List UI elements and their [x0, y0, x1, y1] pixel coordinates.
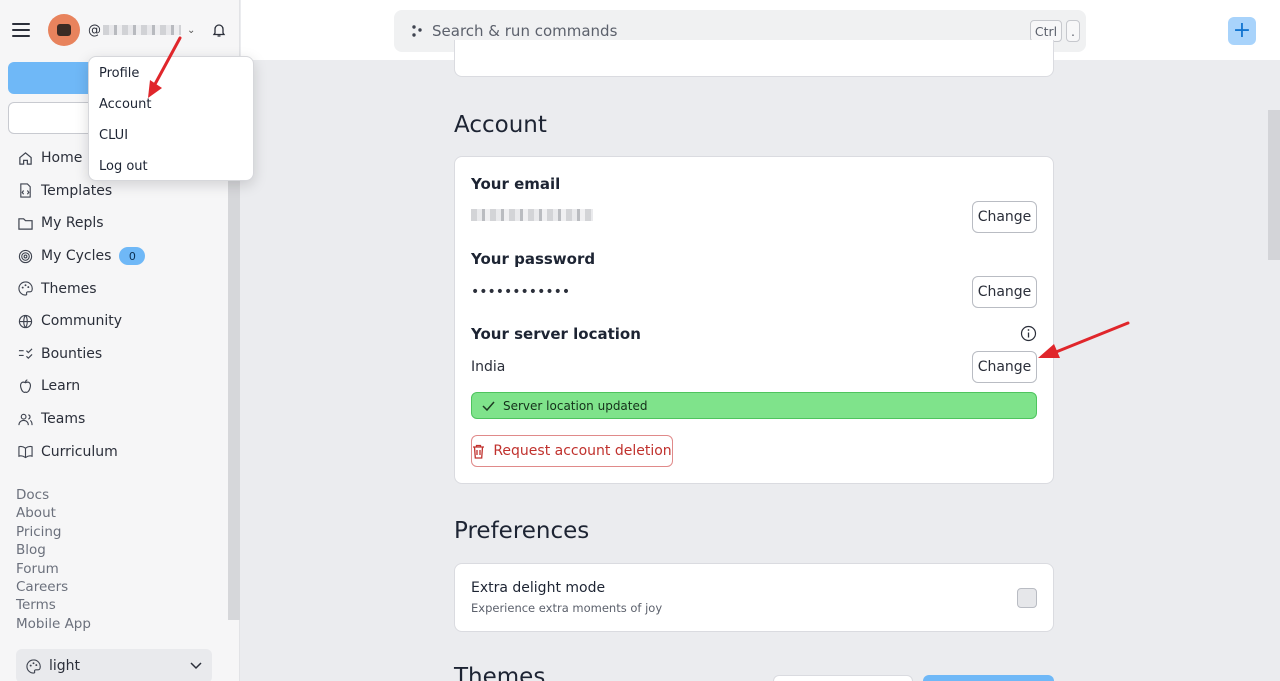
book-icon: [17, 444, 33, 460]
command-icon: [410, 24, 424, 38]
themes-section-title: Themes: [454, 664, 546, 681]
palette-icon: [26, 658, 41, 674]
preferences-card: [454, 563, 1054, 632]
sidebar-item-label: Learn: [41, 378, 81, 395]
search-placeholder: Search & run commands: [432, 22, 618, 40]
email-label: Your email: [471, 175, 561, 193]
bell-icon[interactable]: [210, 21, 228, 39]
sidebar-item-label: Community: [41, 313, 123, 330]
sidebar-item-label: Curriculum: [41, 443, 118, 460]
sidebar-item-learn[interactable]: Learn: [0, 370, 232, 403]
change-password-button[interactable]: Change: [972, 276, 1037, 308]
username-redacted: [103, 25, 181, 35]
success-message: Server location updated: [503, 398, 648, 413]
cycles-count-badge: 0: [119, 247, 146, 266]
account-section-title: Account: [454, 112, 547, 138]
sidebar-item-label: Teams: [41, 411, 86, 428]
sidebar-item-teams[interactable]: Teams: [0, 403, 232, 436]
new-repl-plus-button[interactable]: +: [1228, 17, 1256, 45]
sidebar-item-bounties[interactable]: Bounties: [0, 338, 232, 371]
menu-item-log-out[interactable]: Log out: [89, 151, 253, 182]
folder-icon: [17, 215, 33, 231]
menu-item-clui[interactable]: CLUI: [89, 120, 253, 151]
link-forum[interactable]: Forum: [16, 560, 91, 578]
cycles-icon: [17, 248, 33, 264]
themes-secondary-button[interactable]: [773, 675, 913, 681]
link-pricing[interactable]: Pricing: [16, 523, 91, 541]
teams-icon: [17, 411, 33, 427]
link-mobile-app[interactable]: Mobile App: [16, 615, 91, 633]
sidebar-item-themes[interactable]: Themes: [0, 272, 232, 305]
link-about[interactable]: About: [16, 504, 91, 522]
checkmark-icon: [482, 401, 495, 411]
trash-icon: [472, 444, 485, 459]
server-location-label: Your server location: [471, 325, 641, 343]
menu-item-profile[interactable]: Profile: [89, 58, 253, 89]
user-menu-dropdown: Profile Account CLUI Log out: [88, 56, 254, 181]
menu-item-account[interactable]: Account: [89, 89, 253, 120]
kbd-dot: .: [1066, 20, 1080, 42]
sidebar-nav: Home Templates My Repls My Cycles 0 Them…: [0, 142, 232, 468]
sidebar-item-curriculum[interactable]: Curriculum: [0, 435, 232, 468]
sidebar-item-label: Bounties: [41, 345, 103, 362]
link-docs[interactable]: Docs: [16, 486, 91, 504]
password-value: ••••••••••••: [471, 284, 571, 300]
footer-links: Docs About Pricing Blog Forum Careers Te…: [16, 486, 91, 633]
globe-icon: [17, 313, 33, 329]
learn-icon: [17, 378, 33, 394]
change-email-button[interactable]: Change: [972, 201, 1037, 233]
sidebar-item-label: My Cycles: [41, 248, 112, 265]
sidebar-item-community[interactable]: Community: [0, 305, 232, 338]
password-label: Your password: [471, 250, 596, 268]
sidebar-item-label: Themes: [41, 280, 97, 297]
username-prefix: @: [88, 22, 101, 38]
kbd-ctrl: Ctrl: [1030, 20, 1062, 42]
theme-select-value: light: [49, 658, 81, 674]
email-value-redacted: [471, 209, 593, 225]
sidebar-item-my-repls[interactable]: My Repls: [0, 207, 232, 240]
previous-card: [454, 40, 1054, 77]
main-scrollbar[interactable]: [1268, 110, 1280, 260]
sidebar-item-label: Home: [41, 150, 83, 167]
sidebar-item-label: My Repls: [41, 215, 104, 232]
extra-delight-checkbox[interactable]: [1017, 588, 1037, 608]
request-account-deletion-button[interactable]: Request account deletion: [471, 435, 673, 467]
link-terms[interactable]: Terms: [16, 596, 91, 614]
delete-label: Request account deletion: [493, 443, 672, 459]
menu-icon[interactable]: [12, 18, 36, 42]
username-button[interactable]: @ ⌄: [88, 23, 195, 38]
preferences-section-title: Preferences: [454, 518, 590, 544]
extra-delight-description: Experience extra moments of joy: [471, 601, 663, 615]
sidebar-item-my-cycles[interactable]: My Cycles 0: [0, 240, 232, 273]
change-server-location-button[interactable]: Change: [972, 351, 1037, 383]
theme-select[interactable]: light: [16, 649, 212, 681]
themes-primary-button[interactable]: [923, 675, 1054, 681]
palette-icon: [17, 281, 33, 297]
chevron-down-icon: [190, 658, 202, 674]
info-icon[interactable]: [1020, 325, 1037, 346]
sidebar-item-label: Templates: [41, 182, 113, 199]
templates-icon: [17, 183, 33, 199]
sidebar-header: @ ⌄: [0, 0, 239, 60]
sidebar-scrollbar[interactable]: [228, 140, 240, 620]
link-careers[interactable]: Careers: [16, 578, 91, 596]
link-blog[interactable]: Blog: [16, 541, 91, 559]
server-location-value: India: [471, 359, 506, 375]
bounties-icon: [17, 346, 33, 362]
success-banner: Server location updated: [471, 392, 1037, 419]
extra-delight-title: Extra delight mode: [471, 580, 606, 596]
chevron-down-icon: ⌄: [187, 24, 196, 36]
home-icon: [17, 150, 33, 166]
avatar[interactable]: [48, 14, 80, 46]
